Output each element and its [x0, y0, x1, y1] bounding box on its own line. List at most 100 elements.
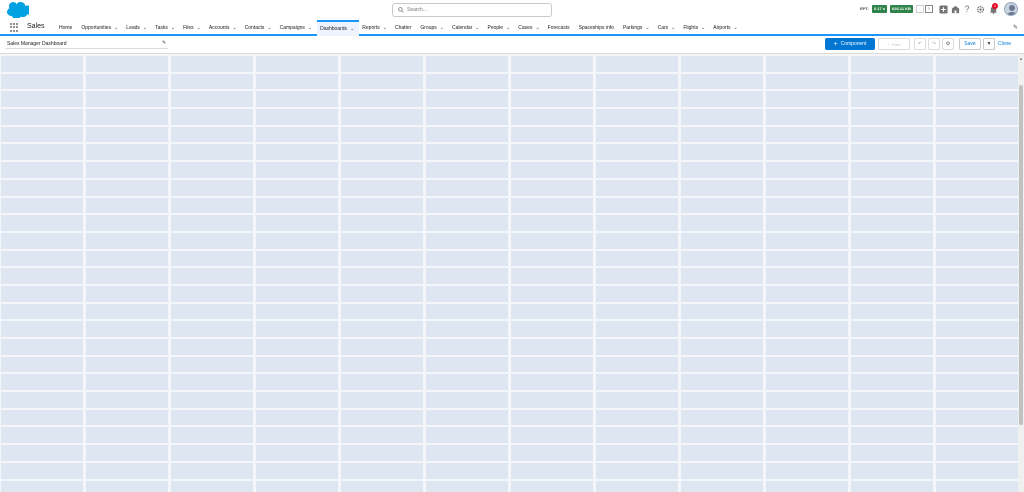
grid-cell — [341, 480, 423, 492]
redo-button[interactable]: ↷ — [928, 38, 940, 50]
tab-people[interactable]: People ⌄ — [485, 20, 516, 36]
tab-opportunities[interactable]: Opportunities ⌄ — [78, 20, 123, 36]
chevron-down-icon[interactable]: ⌄ — [267, 25, 271, 31]
tab-tasks[interactable]: Tasks ⌄ — [152, 20, 180, 36]
grid-cell — [766, 321, 848, 337]
undo-button[interactable]: ↶ — [914, 38, 926, 50]
pencil-icon[interactable]: ✎ — [162, 40, 166, 46]
grid-cell — [171, 109, 253, 125]
grid-cell — [851, 162, 933, 178]
grid-cell — [851, 480, 933, 492]
grid-cell — [341, 215, 423, 231]
grid-cell — [596, 215, 678, 231]
grid-cell — [256, 126, 338, 143]
grid-cell — [171, 215, 253, 231]
chevron-down-icon[interactable]: ⌄ — [143, 25, 147, 31]
grid-cell — [596, 321, 678, 337]
chevron-down-icon[interactable]: ⌄ — [734, 25, 738, 31]
grid-cell — [681, 109, 763, 125]
grid-cell — [341, 232, 423, 249]
dashboard-name-field[interactable]: Sales Manager Dashboard — [5, 39, 168, 49]
grid-cell — [171, 480, 253, 492]
tab-label: Contacts — [244, 25, 265, 31]
chevron-down-icon[interactable]: ⌄ — [475, 25, 479, 31]
toggle-box-left[interactable]: ‹ — [916, 5, 924, 13]
tab-calendar[interactable]: Calendar ⌄ — [449, 20, 485, 36]
grid-cell — [851, 250, 933, 267]
tab-chatter[interactable]: Chatter — [392, 20, 417, 36]
grid-cell — [681, 374, 763, 391]
tab-campaigns[interactable]: Campaigns ⌄ — [277, 20, 318, 36]
tab-dashboards[interactable]: Dashboards ⌄ — [317, 20, 360, 36]
gear-icon[interactable] — [975, 4, 985, 14]
tab-airports[interactable]: Airports ⌄ — [710, 20, 742, 36]
dashboard-canvas[interactable] — [0, 54, 1018, 492]
add-filter-button[interactable]: + Filter — [878, 38, 910, 50]
salesforce-cloud-icon[interactable] — [7, 2, 29, 18]
tab-contacts[interactable]: Contacts ⌄ — [242, 20, 277, 36]
tab-home[interactable]: Home — [56, 20, 78, 36]
app-launcher-icon[interactable] — [10, 23, 19, 32]
tab-reports[interactable]: Reports ⌄ — [359, 20, 392, 36]
grid-cell — [596, 73, 678, 90]
chevron-down-icon[interactable]: ⌄ — [645, 25, 649, 31]
properties-button[interactable]: ⚙ — [942, 38, 954, 50]
canvas-scrollbar-thumb[interactable] — [1019, 85, 1023, 425]
tab-accounts[interactable]: Accounts ⌄ — [206, 20, 242, 36]
pencil-icon[interactable]: ✎ — [1013, 24, 1018, 31]
tab-cases[interactable]: Cases ⌄ — [515, 20, 544, 36]
add-component-button[interactable]: + Component — [825, 38, 875, 50]
grid-cell — [511, 409, 593, 426]
chevron-down-icon[interactable]: ⌄ — [671, 25, 675, 31]
tab-leads[interactable]: Leads ⌄ — [123, 20, 152, 36]
tab-flights[interactable]: Flights ⌄ — [680, 20, 710, 36]
grid-cell — [851, 268, 933, 284]
grid-cell — [341, 285, 423, 302]
tab-files[interactable]: Files ⌄ — [180, 20, 206, 36]
grid-cell — [1, 126, 83, 143]
scroll-up-icon[interactable]: ▲ — [1019, 56, 1023, 61]
grid-cell — [681, 56, 763, 72]
tab-parkings[interactable]: Parkings ⌄ — [620, 20, 655, 36]
save-button[interactable]: Save — [959, 38, 981, 50]
grid-cell — [1, 268, 83, 284]
chevron-down-icon[interactable]: ⌄ — [171, 25, 175, 31]
grid-cell — [1, 445, 83, 461]
grid-cell — [86, 374, 168, 391]
grid-cell — [341, 392, 423, 408]
chevron-down-icon[interactable]: ⌄ — [535, 25, 539, 31]
toggle-box-right[interactable]: › — [925, 5, 933, 13]
grid-cell — [86, 480, 168, 492]
chevron-down-icon[interactable]: ⌄ — [701, 25, 705, 31]
add-icon[interactable] — [938, 4, 948, 14]
grid-cell — [86, 250, 168, 267]
grid-cell — [851, 232, 933, 249]
chevron-down-icon[interactable]: ⌄ — [232, 25, 236, 31]
chevron-down-icon[interactable]: ⌄ — [114, 25, 118, 31]
grid-cell — [596, 303, 678, 320]
tab-forecasts[interactable]: Forecasts — [545, 20, 576, 36]
tab-label: Home — [59, 25, 73, 31]
tab-label: Cars — [657, 25, 669, 31]
grid-cell — [86, 427, 168, 444]
chevron-down-icon[interactable]: ⌄ — [440, 25, 444, 31]
chevron-down-icon[interactable]: ⌄ — [350, 26, 354, 32]
setup-icon[interactable] — [950, 4, 960, 14]
avatar[interactable] — [1004, 2, 1018, 16]
global-search[interactable]: Search... — [392, 3, 552, 17]
tab-spaceships-info[interactable]: Spaceships info — [576, 20, 620, 36]
chevron-down-icon[interactable]: ⌄ — [383, 25, 387, 31]
save-dropdown-button[interactable]: ▼ — [983, 38, 995, 50]
chevron-down-icon[interactable]: ⌄ — [197, 25, 201, 31]
chevron-down-icon[interactable]: ⌄ — [308, 25, 312, 31]
chevron-down-icon[interactable]: ⌄ — [506, 25, 510, 31]
grid-cell — [426, 445, 508, 461]
help-icon[interactable]: ? — [962, 4, 972, 14]
tab-cars[interactable]: Cars ⌄ — [655, 20, 681, 36]
tab-groups[interactable]: Groups ⌄ — [417, 20, 449, 36]
grid-cell — [596, 91, 678, 108]
grid-cell — [851, 109, 933, 125]
clone-button[interactable]: Clone — [998, 38, 1011, 50]
grid-cell — [511, 339, 593, 355]
grid-cell — [851, 91, 933, 108]
